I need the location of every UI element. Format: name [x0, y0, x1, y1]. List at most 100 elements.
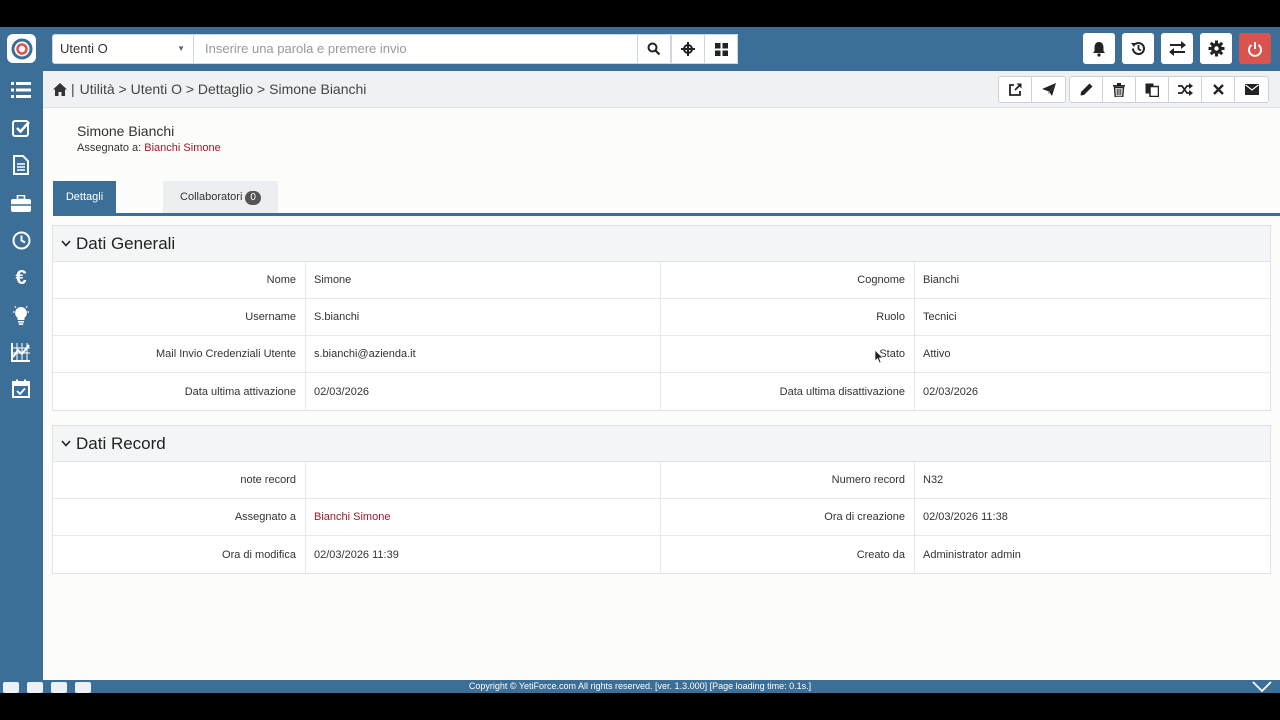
field-label: Data ultima attivazione — [53, 373, 306, 410]
table-row: Ora di modifica 02/03/2026 11:39 Creato … — [53, 536, 1270, 573]
field-value-link[interactable]: Bianchi Simone — [306, 499, 661, 535]
field-value: 02/03/2026 11:38 — [923, 511, 1008, 523]
edit-button[interactable] — [1070, 77, 1103, 102]
notifications-button[interactable] — [1083, 33, 1115, 64]
general-data-panel: Dati Generali Nome Simone Cognome Bianch… — [52, 225, 1271, 411]
list-icon[interactable] — [10, 79, 32, 101]
breadcrumb-bar: | Utilità > Utenti O > Dettaglio > Simon… — [43, 71, 1280, 108]
search-input[interactable]: Inserire una parola e premere invio — [194, 34, 638, 64]
tab-underline — [53, 213, 1280, 216]
app-frame: Utenti O ▼ Inserire una parola e premere… — [0, 27, 1280, 693]
advanced-search-button[interactable] — [671, 34, 705, 64]
field-value: Attivo — [923, 348, 951, 360]
tab-collaborators-label: Collaboratori — [180, 191, 243, 203]
top-bar: Utenti O ▼ Inserire una parola e premere… — [0, 27, 1280, 71]
transfer-button[interactable] — [1169, 77, 1202, 102]
record-data-header[interactable]: Dati Record — [53, 426, 1270, 462]
history-button[interactable] — [1122, 33, 1154, 64]
field-label: Creato da — [661, 536, 915, 573]
tab-collaborators[interactable]: Collaboratori 0 — [163, 181, 278, 214]
field-value: 02/03/2026 — [306, 373, 661, 410]
exchange-icon — [1168, 41, 1186, 56]
field-label: Nome — [53, 262, 306, 298]
euro-icon[interactable]: € — [10, 267, 32, 289]
delete-button[interactable] — [1103, 77, 1136, 102]
duplicate-button[interactable] — [1136, 77, 1169, 102]
settings-button[interactable] — [1200, 33, 1232, 64]
table-row: Mail Invio Credenziali Utente s.bianchi@… — [53, 336, 1270, 373]
field-label: Mail Invio Credenziali Utente — [53, 336, 306, 372]
document-icon[interactable] — [10, 154, 32, 176]
social-links — [3, 682, 91, 693]
copyright-text: Copyright © YetiForce.com All rights res… — [468, 681, 812, 691]
field-label: Ruolo — [661, 299, 915, 335]
field-label: Data ultima disattivazione — [661, 373, 915, 410]
open-external-button[interactable] — [999, 77, 1032, 102]
close-button[interactable] — [1202, 77, 1235, 102]
lightbulb-icon[interactable] — [10, 304, 32, 326]
switch-button[interactable] — [1161, 33, 1193, 64]
field-value: s.bianchi@azienda.it — [306, 336, 661, 372]
table-row: Nome Simone Cognome Bianchi — [53, 262, 1270, 299]
footer: Copyright © YetiForce.com All rights res… — [0, 680, 1280, 693]
search-button[interactable] — [637, 34, 671, 64]
twitter-icon[interactable] — [27, 682, 43, 693]
field-value: N32 — [923, 474, 944, 486]
table-row: Username S.bianchi Ruolo Tecnici — [53, 299, 1270, 336]
envelope-icon — [1244, 84, 1259, 95]
field-value — [306, 462, 661, 498]
chevron-down-icon[interactable] — [1252, 681, 1272, 692]
field-value: 02/03/2026 — [923, 385, 979, 398]
tab-details[interactable]: Dettagli — [53, 181, 116, 214]
collaborators-count-badge: 0 — [245, 191, 261, 205]
table-row: Assegnato a Bianchi Simone Ora di creazi… — [53, 499, 1270, 536]
breadcrumb-path[interactable]: Utilità > Utenti O > Dettaglio > Simone … — [80, 81, 367, 97]
table-row: note record Numero record N32 — [53, 462, 1270, 499]
field-label: Numero record — [661, 462, 915, 498]
linkedin-icon[interactable] — [3, 682, 19, 693]
briefcase-icon[interactable] — [10, 192, 32, 214]
breadcrumb-separator: | — [71, 81, 75, 97]
email-button[interactable] — [1235, 77, 1268, 102]
clock-icon[interactable] — [10, 229, 32, 251]
record-data-panel: Dati Record note record Numero record N3… — [52, 425, 1271, 574]
record-title: Simone Bianchi — [77, 123, 175, 139]
trash-icon — [1113, 82, 1125, 97]
general-data-header[interactable]: Dati Generali — [53, 226, 1270, 262]
record-assigned-label: Assegnato a: — [77, 142, 142, 154]
app-logo-icon[interactable] — [7, 34, 36, 63]
chevron-down-icon — [61, 240, 71, 247]
facebook-icon[interactable] — [51, 682, 67, 693]
field-value: S.bianchi — [306, 299, 661, 335]
grid-icon — [714, 42, 728, 56]
quick-create-button[interactable] — [704, 34, 738, 64]
breadcrumb: | Utilità > Utenti O > Dettaglio > Simon… — [53, 81, 366, 97]
send-button[interactable] — [1032, 77, 1065, 102]
field-value: Tecnici — [923, 311, 957, 323]
home-icon[interactable] — [53, 82, 67, 96]
crosshair-icon — [681, 42, 695, 56]
search-icon — [647, 42, 661, 56]
record-assigned: Assegnato a: Bianchi Simone — [77, 142, 221, 154]
shuffle-icon — [1177, 83, 1193, 96]
field-label: Username — [53, 299, 306, 335]
history-icon — [1130, 42, 1145, 56]
calendar-check-icon[interactable] — [10, 377, 32, 399]
field-label: Ora di modifica — [53, 536, 306, 573]
logout-button[interactable] — [1239, 33, 1271, 64]
checklist-icon[interactable] — [10, 117, 32, 139]
mouse-cursor-icon — [875, 350, 884, 364]
chart-icon[interactable] — [10, 341, 32, 363]
field-value: 02/03/2026 11:39 — [306, 536, 661, 573]
external-link-icon — [1009, 82, 1022, 96]
left-sidebar: € — [0, 71, 43, 693]
bell-icon — [1093, 41, 1105, 57]
email-icon[interactable] — [75, 682, 91, 693]
action-group-share — [998, 76, 1066, 103]
record-assigned-link[interactable]: Bianchi Simone — [144, 142, 220, 154]
field-value: Simone — [306, 262, 661, 298]
field-label: Ora di creazione — [661, 499, 915, 535]
module-select[interactable]: Utenti O ▼ — [52, 34, 194, 64]
caret-down-icon: ▼ — [177, 44, 185, 53]
module-select-value: Utenti O — [60, 41, 108, 56]
